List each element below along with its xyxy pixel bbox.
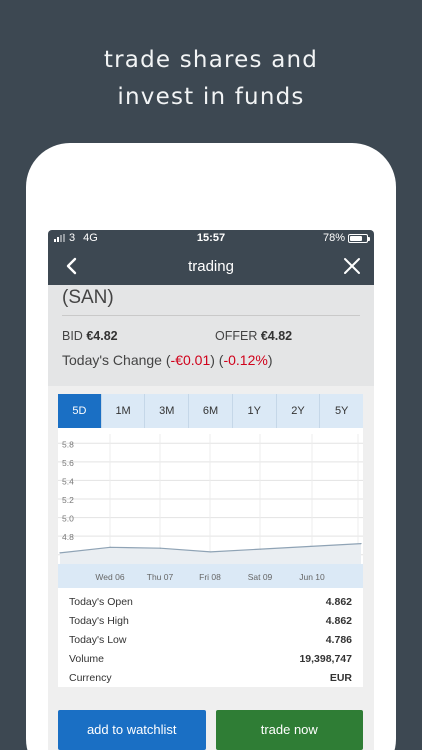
stat-row: Today's Low 4.786 (69, 630, 352, 649)
stat-label: Today's High (69, 614, 129, 627)
change-percent: -0.12% (223, 352, 268, 368)
price-point (159, 547, 161, 549)
action-buttons: add to watchlist trade now (58, 710, 363, 750)
y-tick-label: 5.0 (62, 514, 74, 524)
stat-label: Currency (69, 671, 112, 684)
battery-percent: 78% (322, 232, 345, 244)
price-point (209, 551, 212, 553)
add-to-watchlist-button[interactable]: add to watchlist (58, 710, 206, 750)
y-tick-label: 5.2 (62, 495, 74, 505)
price-point (59, 552, 61, 554)
stat-value: EUR (329, 671, 352, 684)
period-tab-3m[interactable]: 3M (145, 394, 190, 428)
trade-now-button[interactable]: trade now (215, 710, 363, 750)
period-tab-6m[interactable]: 6M (189, 394, 233, 428)
nav-bar: trading (48, 247, 374, 285)
headline: trade shares and invest in funds (0, 42, 422, 116)
x-tick-label: Jun 10 (299, 572, 325, 582)
battery-icon (348, 233, 370, 243)
stat-value: 4.862 (325, 614, 352, 627)
stat-label: Volume (69, 652, 105, 665)
stat-row: Volume 19,398,747 (69, 649, 352, 668)
app-screen: 3 4G 15:57 78% trading (SAN) BID €4.82 O… (48, 230, 374, 750)
stat-label: Today's Open (69, 595, 133, 608)
stock-info: (SAN) BID €4.82 OFFER €4.82 Today's Chan… (48, 285, 374, 386)
stat-row: Today's Open 4.862 (69, 592, 352, 611)
period-tabs: 5D 1M 3M 6M 1Y 2Y 5Y (58, 394, 363, 428)
stat-row: Currency EUR (69, 668, 352, 687)
stock-ticker: (SAN) (62, 285, 360, 316)
price-point (360, 542, 362, 545)
price-point (310, 545, 312, 547)
price-chart: 5.85.65.45.25.04.84.6Wed 06Thu 07Fri 08S… (58, 434, 363, 588)
period-tab-2y[interactable]: 2Y (277, 394, 321, 428)
stat-row: Today's High 4.862 (69, 611, 352, 630)
headline-line-2: invest in funds (117, 84, 305, 110)
x-tick-label: Wed 06 (95, 572, 124, 582)
x-tick-label: Thu 07 (147, 572, 174, 582)
period-tab-5y[interactable]: 5Y (320, 394, 363, 428)
x-tick-label: Fri 08 (199, 572, 221, 582)
period-tab-1m[interactable]: 1M (102, 394, 146, 428)
change-absolute: -€0.01 (170, 352, 211, 368)
period-tab-1y[interactable]: 1Y (233, 394, 277, 428)
chart-card: 5D1M3M6M1Y2Y5Y 5.85.65.45.25.04.84.6Wed … (58, 394, 363, 687)
stat-value: 19,398,747 (299, 652, 352, 665)
bid-value: €4.82 (86, 329, 118, 343)
stat-label: Today's Low (69, 633, 127, 646)
period-tab-5d[interactable]: 5D (58, 394, 102, 428)
headline-line-1: trade shares and (103, 47, 319, 73)
x-tick-label: Sat 09 (248, 572, 273, 582)
nav-title: trading (188, 258, 234, 275)
offer-label: OFFER (215, 329, 258, 343)
y-tick-label: 4.8 (62, 532, 74, 542)
offer-value: €4.82 (260, 329, 293, 343)
status-bar: 3 4G 15:57 78% (48, 230, 374, 247)
todays-change: Today's Change (-€0.01) (-0.12%) (62, 352, 273, 368)
stat-value: 4.862 (325, 595, 352, 608)
bid-label: BID (62, 329, 83, 343)
stat-value: 4.786 (325, 633, 352, 646)
change-label: Today's Change (62, 352, 162, 368)
price-point (109, 546, 111, 548)
y-tick-label: 5.8 (62, 439, 74, 449)
bid-offer-row: BID €4.82 OFFER €4.82 (62, 329, 360, 343)
stats-table: Today's Open 4.862 Today's High 4.862 Today'… (58, 588, 363, 687)
close-icon[interactable] (342, 256, 362, 276)
y-tick-label: 5.4 (62, 476, 74, 486)
price-point (260, 548, 262, 550)
y-tick-label: 5.6 (62, 458, 74, 468)
